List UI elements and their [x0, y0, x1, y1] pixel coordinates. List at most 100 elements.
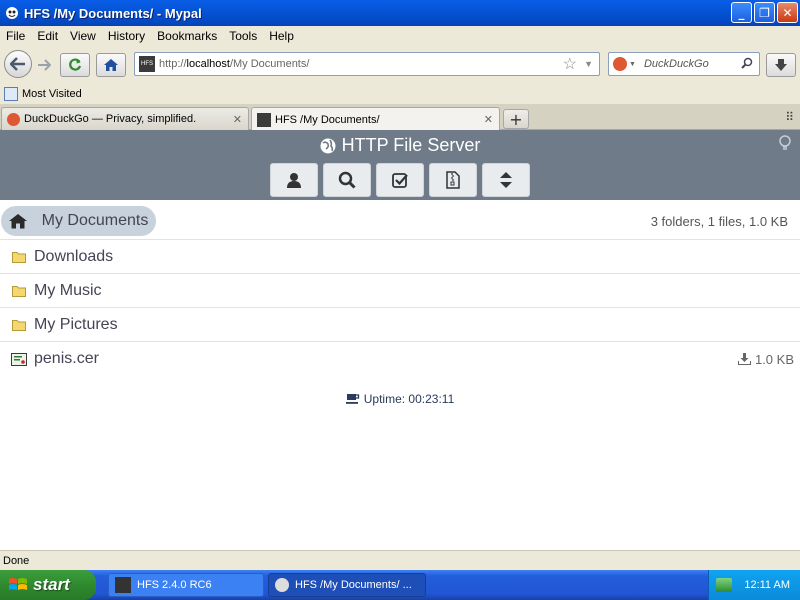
minimize-icon: _: [738, 5, 745, 20]
url-host: localhost: [186, 58, 230, 70]
close-icon: ✕: [782, 5, 793, 20]
taskbar: start HFS 2.4.0 RC6 HFS /My Documents/ .…: [0, 570, 800, 600]
folder-summary: 3 folders, 1 files, 1.0 KB: [650, 214, 788, 229]
search-icon: [338, 171, 356, 189]
hfs-favicon-icon: [257, 112, 271, 127]
clock[interactable]: 12:11 AM: [744, 579, 790, 591]
tab-hfs[interactable]: HFS /My Documents/ ✕: [251, 107, 500, 131]
window-title: HFS /My Documents/ - Mypal: [24, 5, 202, 21]
select-button[interactable]: [376, 163, 424, 197]
menu-view[interactable]: View: [64, 29, 102, 43]
menu-help[interactable]: Help: [263, 29, 300, 43]
forward-arrow-icon: [38, 59, 51, 71]
most-visited-label: Most Visited: [22, 88, 82, 100]
certificate-file-icon: [11, 352, 27, 366]
item-name[interactable]: Downloads: [34, 248, 113, 266]
window-titlebar[interactable]: HFS /My Documents/ - Mypal _ ❐ ✕: [0, 0, 800, 26]
downloads-button[interactable]: [766, 53, 796, 77]
list-item[interactable]: penis.cer 1.0 KB: [0, 342, 800, 376]
folder-icon: [11, 318, 27, 332]
menu-bar: File Edit View History Bookmarks Tools H…: [0, 26, 800, 46]
tab-label: HFS /My Documents/: [275, 113, 380, 126]
download-arrow-icon: [775, 59, 787, 71]
taskbar-item-label: HFS 2.4.0 RC6: [137, 579, 212, 591]
new-tab-button[interactable]: +: [503, 109, 529, 129]
breadcrumb-current-folder[interactable]: My Documents: [34, 206, 156, 236]
search-bar[interactable]: ▼ DuckDuckGo: [608, 52, 760, 76]
menu-bookmarks[interactable]: Bookmarks: [151, 29, 223, 43]
sort-icon: [500, 172, 512, 188]
maximize-button[interactable]: ❐: [754, 2, 775, 23]
coffee-icon: [345, 394, 359, 404]
reload-button[interactable]: [60, 53, 90, 77]
search-icon[interactable]: [741, 57, 753, 72]
list-item[interactable]: Downloads: [0, 240, 800, 274]
navigation-toolbar: HFS http://localhost/My Documents/ ☆ ▼ ▼…: [0, 46, 800, 84]
duckduckgo-engine-icon[interactable]: [613, 57, 627, 71]
search-button[interactable]: [323, 163, 371, 197]
bookmark-most-visited[interactable]: Most Visited: [0, 87, 82, 101]
engine-dropdown-icon[interactable]: ▼: [629, 61, 636, 68]
network-icon[interactable]: [716, 578, 733, 592]
start-label: start: [33, 575, 70, 594]
reload-icon: [69, 58, 82, 71]
list-item[interactable]: My Pictures: [0, 308, 800, 342]
home-button[interactable]: [96, 53, 126, 77]
login-button[interactable]: [270, 163, 318, 197]
file-archive-icon: [446, 171, 460, 189]
checkbox-icon: [391, 172, 408, 188]
menu-file[interactable]: File: [0, 29, 31, 43]
url-path: /My Documents/: [229, 58, 310, 70]
item-name[interactable]: penis.cer: [34, 350, 99, 368]
menu-tools[interactable]: Tools: [223, 29, 263, 43]
hfs-title-text: HTTP File Server: [341, 135, 481, 155]
file-size-value: 1.0 KB: [754, 351, 794, 367]
url-bar[interactable]: HFS http://localhost/My Documents/ ☆ ▼: [134, 52, 600, 76]
archive-button[interactable]: [429, 163, 477, 197]
mypal-app-icon: [4, 5, 20, 21]
uptime-text: Uptime: 00:23:11: [363, 392, 455, 406]
mypal-app-icon: [275, 578, 289, 592]
status-bar: Done: [0, 550, 800, 570]
site-favicon-icon: HFS: [139, 56, 155, 72]
item-name[interactable]: My Pictures: [34, 316, 118, 334]
globe-icon: [320, 138, 336, 153]
home-icon: [9, 214, 27, 229]
bookmark-star-icon[interactable]: ☆: [563, 54, 577, 74]
status-text: Done: [3, 554, 30, 567]
download-icon[interactable]: [737, 353, 751, 365]
list-item[interactable]: My Music: [0, 274, 800, 308]
plus-icon: +: [509, 109, 523, 129]
dropdown-arrow-icon[interactable]: ▼: [584, 59, 593, 69]
tab-close-icon[interactable]: ✕: [233, 113, 242, 126]
duckduckgo-favicon-icon: [7, 112, 20, 126]
breadcrumb-home[interactable]: [1, 206, 35, 236]
system-tray: 12:11 AM: [708, 570, 800, 600]
taskbar-item-mypal[interactable]: HFS /My Documents/ ...: [268, 573, 426, 597]
tab-close-icon[interactable]: ✕: [484, 113, 493, 126]
uptime: Uptime: 00:23:11: [0, 392, 800, 406]
item-name[interactable]: My Music: [34, 282, 102, 300]
file-size: 1.0 KB: [737, 351, 794, 367]
breadcrumb: My Documents 3 folders, 1 files, 1.0 KB: [0, 200, 800, 240]
tab-list-icon[interactable]: ⠿: [785, 110, 794, 124]
back-button[interactable]: [4, 50, 32, 78]
menu-edit[interactable]: Edit: [31, 29, 64, 43]
start-button[interactable]: start: [0, 570, 96, 600]
tab-duckduckgo[interactable]: DuckDuckGo — Privacy, simplified. ✕: [1, 107, 249, 130]
taskbar-item-hfs[interactable]: HFS 2.4.0 RC6: [108, 573, 264, 597]
forward-button[interactable]: [32, 53, 56, 77]
minimize-button[interactable]: _: [731, 2, 752, 23]
tab-strip: DuckDuckGo — Privacy, simplified. ✕ HFS …: [0, 104, 800, 131]
hfs-header: HTTP File Server: [0, 130, 800, 200]
sort-button[interactable]: [482, 163, 530, 197]
folder-icon: [11, 284, 27, 298]
menu-history[interactable]: History: [102, 29, 151, 43]
folder-icon: [11, 250, 27, 264]
hfs-title: HTTP File Server: [0, 135, 800, 156]
bookmarks-toolbar: Most Visited: [0, 84, 800, 104]
home-icon: [104, 59, 118, 71]
lightbulb-icon[interactable]: [778, 135, 792, 155]
close-button[interactable]: ✕: [777, 2, 798, 23]
back-arrow-icon: [10, 57, 25, 71]
